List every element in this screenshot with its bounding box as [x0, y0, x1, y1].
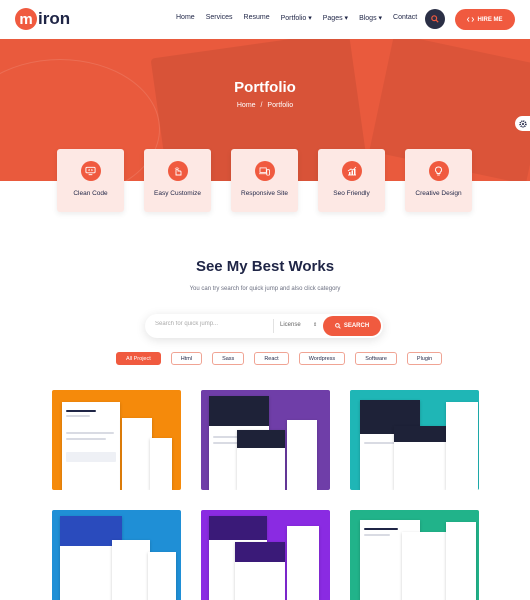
template-preview: [446, 402, 478, 490]
page-title: Portfolio: [234, 79, 296, 96]
template-preview: [122, 418, 152, 490]
nav-contact[interactable]: Contact: [393, 14, 417, 22]
hire-me-button[interactable]: HIRE ME: [455, 9, 515, 30]
filter-plugin[interactable]: Plugin: [406, 352, 443, 365]
breadcrumb-current: Portfolio: [267, 102, 294, 109]
template-preview: [62, 402, 120, 490]
nav-pages[interactable]: Pages ▾: [323, 14, 348, 22]
breadcrumb-home[interactable]: Home: [237, 102, 256, 109]
filter-react[interactable]: React: [254, 352, 289, 365]
template-preview: [402, 532, 448, 600]
feature-label: Clean Code: [73, 190, 108, 197]
template-preview: [150, 438, 172, 490]
gear-icon: [518, 119, 527, 128]
template-preview: [287, 420, 317, 490]
filter-software[interactable]: Software: [355, 352, 397, 365]
feature-card-responsive-site: Responsive Site: [231, 149, 298, 212]
nav-portfolio[interactable]: Portfolio ▾: [281, 14, 312, 22]
chart-growth-icon: [341, 161, 362, 181]
template-preview: [237, 430, 285, 490]
search-icon: [334, 323, 341, 329]
responsive-devices-icon: [254, 161, 275, 181]
monitor-code-icon: [80, 161, 101, 181]
template-preview: [235, 542, 285, 600]
filter-all-project[interactable]: All Project: [116, 352, 161, 365]
feature-card-seo-friendly: Seo Friendly: [318, 149, 385, 212]
filter-sass[interactable]: Sass: [212, 352, 245, 365]
feature-cards: Clean Code Easy Customize Responsive Sit…: [57, 149, 472, 212]
code-icon: [467, 17, 475, 22]
section-subtitle: You can try search for quick jump and al…: [189, 286, 341, 292]
portfolio-item[interactable]: [350, 390, 479, 490]
hire-me-label: HIRE ME: [477, 16, 503, 23]
portfolio-item[interactable]: [52, 510, 181, 600]
nav-services[interactable]: Services: [206, 14, 233, 22]
chevron-updown-icon: ⇕: [313, 322, 318, 328]
feature-label: Easy Customize: [154, 190, 201, 197]
portfolio-item[interactable]: [201, 510, 330, 600]
portfolio-item[interactable]: [201, 390, 330, 490]
settings-toggle[interactable]: [515, 116, 530, 131]
logo-mark: m: [15, 8, 37, 30]
section-title: See My Best Works: [195, 258, 335, 275]
nav-blogs[interactable]: Blogs ▾: [359, 14, 382, 22]
license-select[interactable]: License: [280, 322, 301, 328]
nav-resume[interactable]: Resume: [244, 14, 270, 22]
logo-text: iron: [38, 9, 71, 28]
portfolio-search-bar: License ⇕ SEARCH: [145, 314, 383, 338]
portfolio-item[interactable]: [52, 390, 181, 490]
template-preview: [148, 552, 176, 600]
feature-card-clean-code: Clean Code: [57, 149, 124, 212]
nav-home[interactable]: Home: [176, 14, 195, 22]
main-nav: Home Services Resume Portfolio ▾ Pages ▾…: [176, 14, 428, 22]
template-preview: [112, 540, 150, 600]
portfolio-page: m iron Home Services Resume Portfolio ▾ …: [0, 0, 530, 600]
template-preview: [446, 522, 476, 600]
lightbulb-icon: [428, 161, 449, 181]
portfolio-search-input[interactable]: [155, 321, 265, 327]
search-icon: [431, 15, 439, 23]
search-button[interactable]: SEARCH: [323, 316, 381, 336]
breadcrumb: Home / Portfolio: [0, 102, 530, 109]
filter-html[interactable]: Html: [170, 352, 203, 365]
portfolio-item[interactable]: [350, 510, 479, 600]
feature-label: Responsive Site: [241, 190, 288, 197]
search-button-label: SEARCH: [343, 323, 370, 329]
divider: [273, 319, 274, 333]
feature-label: Seo Friendly: [333, 190, 370, 197]
template-preview: [287, 526, 319, 600]
category-filters: All Project Html Sass React Wordpress So…: [116, 352, 443, 365]
template-preview: [394, 426, 454, 490]
cursor-hand-icon: [167, 161, 188, 181]
site-header: m iron Home Services Resume Portfolio ▾ …: [0, 0, 530, 39]
feature-card-easy-customize: Easy Customize: [144, 149, 211, 212]
feature-label: Creative Design: [415, 190, 462, 197]
site-logo[interactable]: m iron: [15, 8, 70, 30]
header-search-button[interactable]: [425, 9, 445, 29]
filter-wordpress[interactable]: Wordpress: [298, 352, 346, 365]
feature-card-creative-design: Creative Design: [405, 149, 472, 212]
breadcrumb-separator: /: [260, 102, 263, 109]
portfolio-grid: [52, 390, 480, 600]
